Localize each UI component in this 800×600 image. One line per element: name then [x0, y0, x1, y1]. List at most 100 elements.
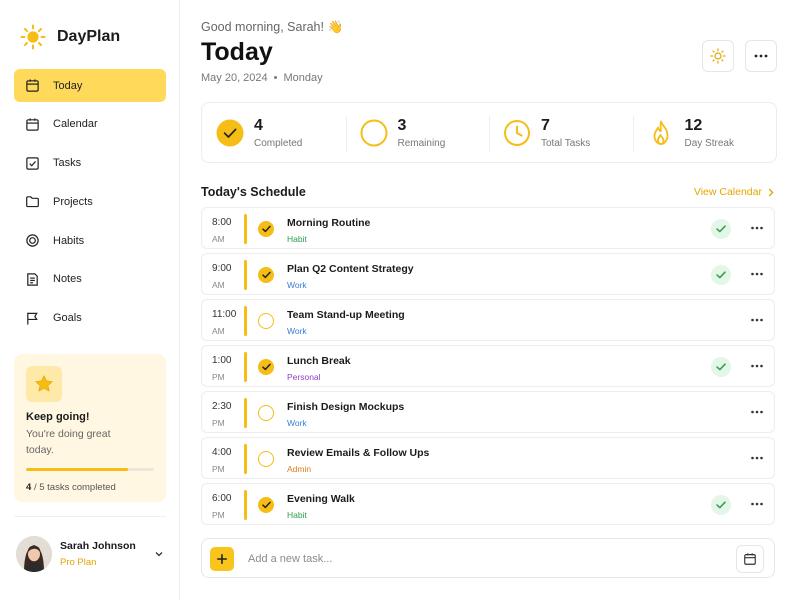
row-title: Morning Routine	[287, 217, 371, 229]
main-content: Good morning, Sarah! 👋 Today May 20, 202…	[180, 0, 800, 600]
more-horizontal-icon[interactable]	[750, 315, 764, 325]
completed-badge	[711, 495, 731, 515]
current-weekday: Monday	[283, 72, 323, 84]
flame-icon	[653, 120, 668, 145]
sidebar-item-calendar[interactable]: Calendar	[14, 108, 166, 141]
row-title: Finish Design Mockups	[287, 401, 405, 413]
row-ampm: PM	[212, 510, 225, 520]
folder-icon	[26, 196, 39, 208]
stat-completed: 4 Completed	[202, 103, 346, 162]
schedule-row[interactable]: 4:00 PM Review Emails & Follow Ups Admin	[201, 437, 775, 479]
row-tag: Admin	[287, 464, 312, 474]
sidebar-item-label: Goals	[53, 312, 82, 325]
row-title: Team Stand-up Meeting	[287, 309, 405, 321]
sidebar: DayPlan Today Calendar Tasks Projects Ha…	[0, 0, 180, 600]
user-plan: Pro Plan	[60, 557, 97, 568]
stat-label: Completed	[254, 137, 303, 149]
task-checkbox[interactable]	[258, 267, 274, 283]
row-ampm: AM	[212, 280, 225, 290]
add-task-bar	[201, 538, 775, 578]
more-options-button[interactable]	[745, 40, 777, 72]
row-accent-bar	[244, 306, 247, 336]
add-task-button[interactable]	[210, 547, 234, 571]
check-icon	[716, 363, 726, 371]
sidebar-item-tasks[interactable]: Tasks	[14, 147, 166, 180]
row-tag: Habit	[287, 234, 307, 244]
sidebar-divider	[14, 516, 166, 517]
sidebar-item-goals[interactable]: Goals	[14, 302, 166, 335]
sidebar-item-projects[interactable]: Projects	[14, 185, 166, 218]
motivation-body: You're doing great today.	[26, 428, 111, 456]
stat-day-streak: 12 Day Streak	[632, 103, 777, 162]
user-menu[interactable]: Sarah Johnson Pro Plan	[16, 536, 166, 572]
schedule-row[interactable]: 11:00 AM Team Stand-up Meeting Work	[201, 299, 775, 341]
greeting: Good morning, Sarah! 👋	[201, 20, 344, 34]
motivation-card: Keep going! You're doing great today. 4 …	[14, 354, 166, 502]
progress-bar-fill	[26, 468, 129, 471]
current-date: May 20, 2024	[201, 72, 268, 84]
add-task-input[interactable]	[248, 551, 708, 567]
more-horizontal-icon[interactable]	[750, 269, 764, 279]
brand[interactable]: DayPlan	[20, 24, 120, 50]
schedule-row[interactable]: 6:00 PM Evening Walk Habit	[201, 483, 775, 525]
stat-label: Remaining	[397, 137, 446, 149]
more-horizontal-icon[interactable]	[750, 407, 764, 417]
progress-total: 5	[39, 482, 45, 493]
check-icon	[261, 225, 271, 233]
target-icon	[26, 234, 39, 247]
theme-toggle-button[interactable]	[702, 40, 734, 72]
circle-icon	[360, 119, 387, 146]
row-ampm: PM	[212, 372, 225, 382]
sidebar-item-today[interactable]: Today	[14, 69, 166, 102]
row-time: 1:00	[212, 355, 232, 366]
schedule-row[interactable]: 1:00 PM Lunch Break Personal	[201, 345, 775, 387]
row-ampm: PM	[212, 418, 225, 428]
more-horizontal-icon[interactable]	[750, 453, 764, 463]
progress-bar	[26, 468, 154, 471]
row-title: Evening Walk	[287, 493, 355, 505]
check-icon	[261, 501, 271, 509]
row-ampm: PM	[212, 464, 225, 474]
chevron-down-icon[interactable]	[154, 549, 164, 559]
sidebar-item-notes[interactable]: Notes	[14, 263, 166, 296]
avatar	[16, 536, 52, 572]
completed-badge	[711, 219, 731, 239]
row-accent-bar	[244, 398, 247, 428]
schedule-row[interactable]: 8:00 AM Morning Routine Habit	[201, 207, 775, 249]
schedule-row[interactable]: 9:00 AM Plan Q2 Content Strategy Work	[201, 253, 775, 295]
progress-count: 4 / 5 tasks completed	[26, 482, 116, 493]
stat-label: Total Tasks	[541, 137, 591, 149]
row-tag: Work	[287, 418, 307, 428]
row-tag: Work	[287, 326, 307, 336]
task-checkbox[interactable]	[258, 313, 274, 329]
sidebar-item-habits[interactable]: Habits	[14, 224, 166, 257]
progress-done: 4	[26, 482, 32, 493]
row-time: 8:00	[212, 217, 232, 228]
date-line: May 20, 2024 • Monday	[201, 72, 323, 84]
task-checkbox[interactable]	[258, 451, 274, 467]
stat-label: Day Streak	[684, 137, 734, 149]
row-time: 9:00	[212, 263, 232, 274]
row-title: Review Emails & Follow Ups	[287, 447, 430, 459]
star-icon	[35, 375, 53, 392]
view-calendar-link[interactable]: View Calendar	[694, 186, 774, 198]
row-time: 2:30	[212, 401, 232, 412]
sun-icon	[710, 48, 726, 64]
task-checkbox[interactable]	[258, 497, 274, 513]
more-horizontal-icon[interactable]	[750, 223, 764, 233]
task-checkbox[interactable]	[258, 405, 274, 421]
clock-icon	[504, 119, 530, 146]
chevron-right-icon	[768, 188, 774, 196]
calendar-icon	[744, 553, 756, 565]
schedule-row[interactable]: 2:30 PM Finish Design Mockups Work	[201, 391, 775, 433]
more-horizontal-icon[interactable]	[750, 361, 764, 371]
check-icon	[716, 271, 726, 279]
pick-date-button[interactable]	[736, 545, 764, 573]
check-icon	[261, 271, 271, 279]
task-checkbox[interactable]	[258, 359, 274, 375]
motivation-title: Keep going!	[26, 411, 90, 423]
more-horizontal-icon[interactable]	[750, 499, 764, 509]
schedule-title: Today's Schedule	[201, 185, 306, 199]
flag-icon	[27, 312, 38, 325]
task-checkbox[interactable]	[258, 221, 274, 237]
